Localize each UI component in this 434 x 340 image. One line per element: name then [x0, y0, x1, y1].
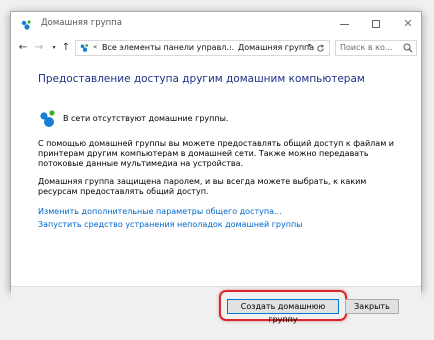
close-icon: ✕ [403, 17, 413, 30]
search-icon [403, 43, 413, 53]
search-placeholder: Поиск в ко... [340, 43, 393, 52]
forward-arrow-icon: → [34, 42, 44, 53]
navigation-bar: ← → ▾ ↑ « Все элементы панели управл... … [11, 36, 421, 60]
close-window-button[interactable]: ✕ [393, 14, 423, 34]
forward-button[interactable]: → [33, 41, 45, 55]
back-arrow-icon: ← [18, 42, 28, 53]
search-input[interactable]: Поиск в ко... [335, 40, 417, 56]
breadcrumb-overflow[interactable]: « [93, 43, 97, 51]
description-paragraph: С помощью домашней группы вы можете пред… [38, 139, 394, 168]
up-arrow-icon: ↑ [61, 42, 71, 53]
page-title: Предоставление доступа другим домашним к… [38, 73, 365, 85]
create-homegroup-button[interactable]: Создать домашнюю группу [227, 299, 339, 324]
window-title: Домашняя группа [41, 18, 122, 28]
close-button[interactable]: Закрыть [345, 299, 399, 314]
security-paragraph: Домашняя группа защищена паролем, и вы в… [38, 177, 367, 196]
address-bar[interactable]: « Все элементы панели управл... › Домашн… [75, 40, 330, 56]
recent-locations-button[interactable]: ▾ [48, 41, 60, 55]
back-button[interactable]: ← [17, 41, 29, 55]
minimize-button[interactable] [329, 14, 359, 34]
title-bar[interactable]: Домашняя группа ✕ [11, 12, 421, 36]
maximize-icon [372, 20, 380, 28]
advanced-sharing-link[interactable]: Изменить дополнительные параметры общего… [38, 207, 282, 216]
troubleshooter-link[interactable]: Запустить средство устранения неполадок … [38, 220, 303, 229]
homegroup-icon [80, 44, 88, 52]
maximize-button[interactable] [361, 14, 391, 34]
homegroup-icon [21, 20, 31, 30]
homegroup-window: Домашняя группа ✕ ← → ▾ ↑ « Все элементы… [10, 11, 422, 340]
breadcrumb-separator[interactable]: › [229, 43, 232, 51]
minimize-icon [340, 24, 349, 25]
status-text: В сети отсутствуют домашние группы. [63, 114, 229, 123]
up-button[interactable]: ↑ [60, 41, 72, 55]
dialog-footer: Создать домашнюю группу Закрыть [11, 286, 421, 340]
breadcrumb-homegroup[interactable]: Домашняя группа [238, 43, 314, 52]
breadcrumb-control-panel[interactable]: Все элементы панели управл... [102, 43, 234, 52]
refresh-icon[interactable] [316, 44, 325, 53]
homegroup-icon [40, 110, 55, 127]
address-dropdown-icon[interactable]: ▾ [308, 42, 311, 49]
chevron-down-icon: ▾ [52, 44, 56, 51]
